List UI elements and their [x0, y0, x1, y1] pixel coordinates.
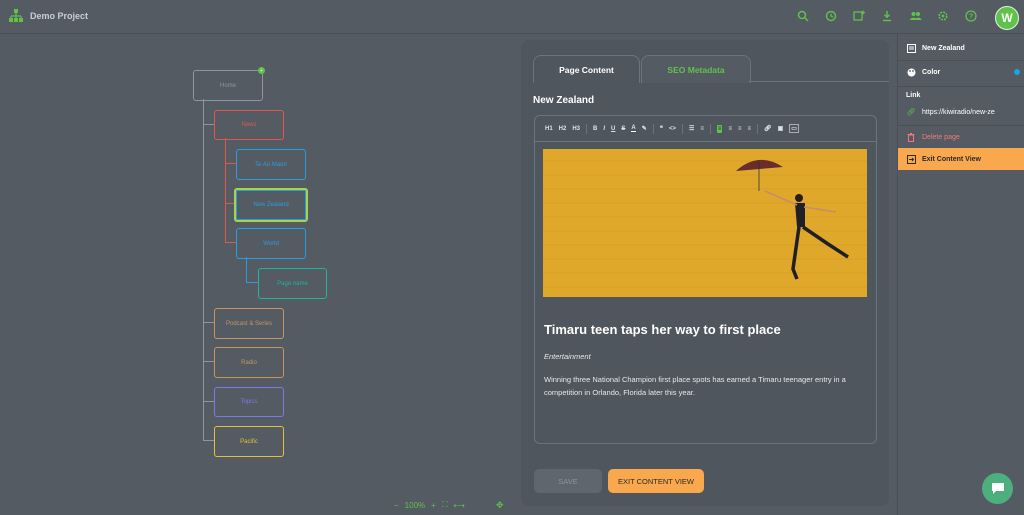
article-body: Winning three National Champion first pl… — [544, 375, 846, 397]
help-icon[interactable]: ? — [964, 9, 978, 23]
h2-button[interactable]: H2 — [559, 126, 567, 132]
project-title: Demo Project — [30, 11, 89, 21]
exit-content-view-label: Exit Content View — [922, 155, 981, 163]
chat-button[interactable] — [982, 473, 1013, 504]
article-title: Timaru teen taps her way to first place — [544, 322, 781, 337]
tree-node-radio[interactable]: Radio — [214, 347, 284, 378]
page-icon — [906, 43, 916, 53]
rich-text-editor[interactable]: H1 H2 H3 B I U S A ✎ ❝ <> ☰ ≡ ≡ ≡ ≡ ≡ 🔗︎… — [534, 115, 877, 444]
exit-content-view-button[interactable]: EXIT CONTENT VIEW — [608, 469, 704, 493]
h1-button[interactable]: H1 — [545, 126, 553, 132]
palette-icon — [906, 68, 916, 77]
numbered-list-icon[interactable]: ≡ — [700, 126, 704, 132]
color-row[interactable]: Color — [898, 65, 1024, 79]
text-color-button[interactable]: A — [631, 125, 636, 132]
zoom-controls: − 100% + ⛶ ⟷ — [394, 500, 465, 510]
delete-page-label: Delete page — [922, 133, 960, 141]
color-swatch[interactable] — [1014, 69, 1020, 75]
tree-node-home[interactable]: Home — [193, 70, 263, 101]
trash-icon — [906, 132, 916, 142]
color-label: Color — [922, 68, 941, 76]
content-editor-panel: Page Content SEO Metadata New Zealand H1… — [521, 40, 889, 506]
fit-screen-icon[interactable]: ⛶ — [442, 500, 448, 510]
italic-button[interactable]: I — [603, 126, 605, 132]
tree-node-te-ao-maori[interactable]: Te Ao Maori — [236, 149, 306, 180]
link-url[interactable]: https://kiwiradio/new-ze — [922, 109, 995, 116]
tree-node-podcast[interactable]: Podcast & Series — [214, 308, 284, 339]
align-left-icon[interactable]: ≡ — [716, 124, 723, 133]
umbrella-girl-image — [543, 149, 867, 297]
chat-icon — [991, 483, 1004, 494]
link-icon: 🔗︎ — [906, 109, 916, 116]
svg-text:?: ? — [969, 14, 973, 21]
tree-node-news[interactable]: News — [214, 110, 284, 140]
editor-toolbar: H1 H2 H3 B I U S A ✎ ❝ <> ☰ ≡ ≡ ≡ ≡ ≡ 🔗︎… — [535, 116, 876, 142]
history-icon[interactable] — [824, 9, 838, 23]
align-right-icon[interactable]: ≡ — [738, 126, 742, 132]
top-bar: Demo Project ? W — [0, 0, 1024, 34]
page-heading: New Zealand — [533, 95, 595, 106]
fit-width-icon[interactable]: ⟷ — [453, 501, 464, 510]
tree-node-page-name[interactable]: Page name — [258, 268, 327, 299]
tree-node-new-zealand[interactable]: New Zealand — [234, 188, 308, 222]
tab-seo-metadata[interactable]: SEO Metadata — [641, 55, 751, 83]
article-category: Entertainment — [544, 352, 591, 361]
avatar[interactable]: W — [995, 6, 1019, 30]
settings-icon[interactable] — [936, 9, 950, 23]
underline-button[interactable]: U — [611, 126, 615, 132]
users-icon[interactable] — [908, 9, 922, 23]
exit-icon — [906, 154, 916, 164]
sitemap-icon — [9, 9, 23, 22]
zoom-out-button[interactable]: − — [394, 501, 399, 510]
link-icon[interactable]: 🔗︎ — [764, 125, 772, 132]
bold-button[interactable]: B — [593, 126, 597, 132]
bullet-list-icon[interactable]: ☰ — [689, 125, 694, 132]
tab-page-content[interactable]: Page Content — [533, 55, 640, 83]
search-icon[interactable] — [796, 9, 810, 23]
zoom-in-button[interactable]: + — [431, 501, 436, 510]
tree-node-pacific[interactable]: Pacific — [214, 426, 284, 457]
embed-icon[interactable]: ▭ — [789, 124, 799, 133]
align-justify-icon[interactable]: ≡ — [747, 126, 751, 132]
page-name: New Zealand — [922, 44, 965, 52]
article-hero-image — [543, 149, 867, 297]
tree-node-topics[interactable]: Topics — [214, 387, 284, 417]
exit-content-view-row[interactable]: Exit Content View — [898, 148, 1024, 170]
image-icon[interactable]: ▣ — [778, 125, 784, 132]
zoom-level: 100% — [404, 500, 426, 510]
strikethrough-button[interactable]: S — [621, 126, 625, 132]
code-icon[interactable]: <> — [669, 126, 676, 132]
align-center-icon[interactable]: ≡ — [728, 126, 732, 132]
center-view-icon[interactable]: ✥ — [496, 500, 504, 511]
highlight-icon[interactable]: ✎ — [642, 125, 647, 132]
save-button[interactable]: SAVE — [534, 469, 602, 493]
quote-icon[interactable]: ❝ — [660, 125, 663, 132]
delete-page-row[interactable]: Delete page — [898, 130, 1024, 144]
download-icon[interactable] — [880, 9, 894, 23]
page-settings-sidebar: New Zealand Color Link 🔗︎ https://kiwira… — [897, 34, 1024, 515]
h3-button[interactable]: H3 — [572, 126, 580, 132]
link-heading-row: Link — [898, 89, 1024, 101]
add-child-badge[interactable]: + — [258, 67, 265, 74]
add-page-icon[interactable] — [852, 9, 866, 23]
link-heading: Link — [906, 91, 921, 99]
link-row[interactable]: 🔗︎ https://kiwiradio/new-ze — [898, 105, 1024, 119]
tree-node-world[interactable]: World — [236, 228, 306, 259]
page-name-row: New Zealand — [898, 41, 1024, 55]
